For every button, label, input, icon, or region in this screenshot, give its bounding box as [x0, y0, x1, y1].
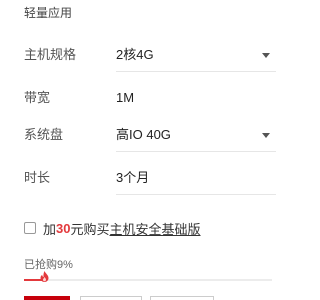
- addon-checkbox[interactable]: [24, 222, 36, 234]
- section-title: 轻量应用: [24, 6, 73, 20]
- sold-progress-label: 已抢购9%: [24, 259, 73, 271]
- spec-underline: [116, 71, 276, 72]
- spec-caret-down-icon[interactable]: [262, 53, 270, 58]
- system-disk-underline: [116, 151, 276, 152]
- addon-price: 30: [56, 220, 71, 236]
- flame-icon: [40, 271, 49, 282]
- system-disk-caret-down-icon[interactable]: [262, 133, 270, 138]
- bandwidth-value: 1M: [116, 90, 135, 105]
- tertiary-button[interactable]: [150, 296, 214, 300]
- secondary-button[interactable]: [80, 296, 142, 300]
- buy-now-button[interactable]: [24, 296, 70, 300]
- addon-link[interactable]: 主机安全基础版: [110, 219, 201, 238]
- bandwidth-label: 带宽: [24, 90, 51, 105]
- purchase-panel: 轻量应用 主机规格 2核4G 带宽 1M 系统盘 高IO 40G 时长 3个月 …: [0, 0, 300, 300]
- system-disk-select[interactable]: 高IO 40G: [116, 126, 171, 144]
- system-disk-label: 系统盘: [24, 127, 64, 142]
- duration-underline: [116, 194, 276, 195]
- spec-select[interactable]: 2核4G: [116, 46, 154, 64]
- duration-label: 时长: [24, 170, 51, 185]
- addon-row[interactable]: 加 30 元购买 主机安全基础版: [24, 219, 201, 238]
- sold-progress-bar: [24, 279, 272, 281]
- addon-middle: 元购买: [70, 221, 110, 237]
- spec-label: 主机规格: [24, 47, 77, 62]
- addon-prefix: 加: [43, 221, 57, 237]
- duration-value[interactable]: 3个月: [116, 169, 149, 187]
